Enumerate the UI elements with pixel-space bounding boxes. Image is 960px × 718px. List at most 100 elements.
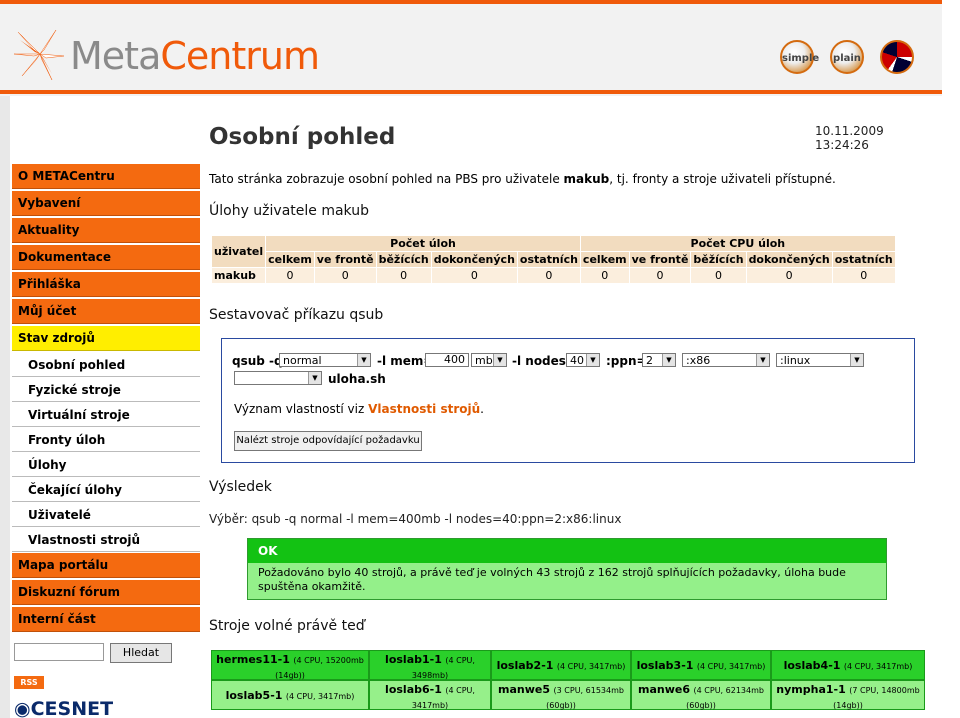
simple-mode-button[interactable]: simple — [780, 40, 819, 74]
rss-icon[interactable]: RSS — [14, 676, 44, 689]
free-machine-cell[interactable]: manwe6 (4 CPU, 62134mb (60gb)) — [631, 680, 771, 710]
machine-name: loslab4-1 — [783, 659, 841, 672]
queue-select-value: normal — [283, 354, 322, 367]
machine-info: (4 CPU, 62134mb — [693, 686, 764, 695]
chevron-down-icon: ▼ — [586, 354, 599, 366]
sidebar-item-dokumentace[interactable]: Dokumentace — [12, 245, 200, 270]
page-title: Osobní pohled — [209, 124, 396, 150]
machine-name: nympha1-1 — [776, 683, 846, 696]
machine-info: (4 CPU, 15200mb — [293, 656, 364, 665]
table-row: makub 0 0 0 0 0 0 0 0 0 0 — [210, 267, 896, 284]
os-select[interactable]: :linux ▼ — [776, 353, 864, 367]
machine-info-extra: (14gb)) — [275, 671, 305, 680]
sidebar-subitem-uzivatele[interactable]: Uživatelé — [12, 503, 200, 527]
os-select-value: :linux — [780, 354, 811, 367]
machine-info: (4 CPU, 3417mb) — [843, 662, 913, 671]
sidebar-subitem-vlastnosti-stroju[interactable]: Vlastnosti strojů — [12, 528, 200, 552]
sidebar-item-o-metacentru[interactable]: O METACentru — [12, 164, 200, 189]
free-machine-cell[interactable]: loslab5-1 (4 CPU, 3417mb) — [211, 680, 369, 710]
sidebar-item-interni-cast[interactable]: Interní část — [12, 607, 200, 632]
plain-mode-button[interactable]: plain — [830, 40, 864, 74]
free-machine-cell[interactable]: loslab6-1 (4 CPU, 3417mb) — [369, 680, 491, 710]
site-header: MetaCentrum simple plain — [0, 4, 942, 96]
result-selection: Výběr: qsub -q normal -l mem=400mb -l no… — [209, 512, 622, 526]
page-datetime: 10.11.2009 13:24:26 — [815, 124, 884, 152]
free-machine-cell[interactable]: loslab4-1 (4 CPU, 3417mb) — [771, 650, 925, 680]
row-user: makub — [210, 267, 267, 284]
qsub-label: qsub -q — [232, 354, 283, 368]
sidebar-item-diskuzni-forum[interactable]: Diskuzní fórum — [12, 580, 200, 605]
qsub-builder-form: qsub -q normal ▼ -l mem= 400 mb ▼ -l nodes… — [221, 338, 915, 463]
machine-info: (7 CPU, 14800mb — [849, 686, 920, 695]
ppn-select[interactable]: 2 ▼ — [642, 353, 676, 367]
english-flag-icon[interactable] — [880, 40, 914, 74]
machine-info-extra: 3417mb) — [411, 701, 449, 710]
jobs-table: uživatel Počet úloh Počet CPU úloh celke… — [210, 235, 896, 284]
jobs-heading: Úlohy uživatele makub — [209, 203, 369, 219]
chevron-down-icon: ▼ — [662, 354, 675, 366]
chevron-down-icon: ▼ — [850, 354, 863, 366]
page-intro: Tato stránka zobrazuje osobní pohled na … — [209, 172, 836, 186]
machine-info-extra: (60gb)) — [686, 701, 716, 710]
mem-input[interactable]: 400 — [425, 353, 469, 367]
qsub-heading: Sestavovač příkazu qsub — [209, 307, 384, 323]
search-input[interactable] — [14, 643, 104, 661]
sidebar-item-aktuality[interactable]: Aktuality — [12, 218, 200, 243]
sidebar-subitem-fronty-uloh[interactable]: Fronty úloh — [12, 428, 200, 452]
free-machine-cell[interactable]: manwe5 (3 CPU, 61534mb (60gb)) — [491, 680, 631, 710]
metacentrum-logo-icon[interactable] — [12, 24, 68, 84]
search-button[interactable]: Hledat — [110, 643, 172, 663]
arch-select[interactable]: :x86 ▼ — [682, 353, 770, 367]
mem-unit-select[interactable]: mb ▼ — [471, 353, 507, 367]
subcol-header: celkem — [265, 251, 315, 268]
left-edge-strip — [0, 96, 10, 718]
extra-property-select[interactable]: ▼ — [234, 371, 322, 385]
mem-unit-value: mb — [475, 354, 493, 367]
free-machine-cell[interactable]: loslab3-1 (4 CPU, 3417mb) — [631, 650, 771, 680]
subcol-header: dokončených — [430, 251, 518, 268]
sidebar-item-stav-zdroju[interactable]: Stav zdrojů — [12, 326, 200, 351]
sidebar-subitem-ulohy[interactable]: Úlohy — [12, 453, 200, 477]
free-machine-cell[interactable]: loslab1-1 (4 CPU, 3498mb) — [369, 650, 491, 680]
intro-prefix: Tato stránka zobrazuje osobní pohled na … — [209, 172, 564, 186]
sidebar-subitem-osobni-pohled[interactable]: Osobní pohled — [12, 353, 200, 377]
table-cell: 0 — [831, 267, 896, 284]
free-machine-cell[interactable]: loslab2-1 (4 CPU, 3417mb) — [491, 650, 631, 680]
subcol-header: dokončených — [745, 251, 833, 268]
machine-info: (4 CPU, — [445, 686, 475, 695]
nodes-select[interactable]: 40 ▼ — [566, 353, 600, 367]
table-cell: 0 — [579, 267, 630, 284]
free-machines-heading: Stroje volné právě teď — [209, 618, 365, 634]
free-machine-cell[interactable]: nympha1-1 (7 CPU, 14800mb (14gb)) — [771, 680, 925, 710]
sidebar-item-vybaveni[interactable]: Vybavení — [12, 191, 200, 216]
find-machines-button[interactable]: Nalézt stroje odpovídající požadavku — [234, 431, 422, 451]
machine-info: (4 CPU, 3417mb) — [285, 692, 355, 701]
script-label: uloha.sh — [328, 372, 386, 386]
sidebar-item-prihlaska[interactable]: Přihláška — [12, 272, 200, 297]
site-logo-text[interactable]: MetaCentrum — [70, 34, 320, 78]
sidebar-subitem-fyzicke-stroje[interactable]: Fyzické stroje — [12, 378, 200, 402]
machine-name: loslab2-1 — [496, 659, 554, 672]
sidebar-subitem-cekajici-ulohy[interactable]: Čekající úlohy — [12, 478, 200, 502]
meaning-suffix: . — [480, 402, 484, 416]
subcol-header: ostatních — [831, 251, 896, 268]
logo-meta-text: Meta — [70, 34, 161, 78]
free-machine-cell[interactable]: hermes11-1 (4 CPU, 15200mb (14gb)) — [211, 650, 369, 680]
machine-info: (4 CPU, 3417mb) — [696, 662, 766, 671]
machine-info: (4 CPU, — [445, 656, 475, 665]
table-cell: 0 — [690, 267, 747, 284]
col-user-header: uživatel — [210, 235, 267, 268]
subcol-header: celkem — [579, 251, 630, 268]
machine-name: loslab6-1 — [385, 683, 442, 696]
properties-link[interactable]: Vlastnosti strojů — [368, 402, 480, 416]
chevron-down-icon: ▼ — [493, 354, 506, 366]
header-orange-stripe — [0, 90, 942, 94]
cesnet-logo[interactable]: ◉CESNET — [14, 698, 113, 718]
table-cell: 0 — [745, 267, 833, 284]
sidebar-item-muj-ucet[interactable]: Můj účet — [12, 299, 200, 324]
group-cpu-header: Počet CPU úloh — [579, 235, 896, 252]
queue-select[interactable]: normal ▼ — [279, 353, 371, 367]
sidebar-subitem-virtualni-stroje[interactable]: Virtuální stroje — [12, 403, 200, 427]
sidebar-item-mapa-portalu[interactable]: Mapa portálu — [12, 553, 200, 578]
machine-name: loslab3-1 — [636, 659, 694, 672]
